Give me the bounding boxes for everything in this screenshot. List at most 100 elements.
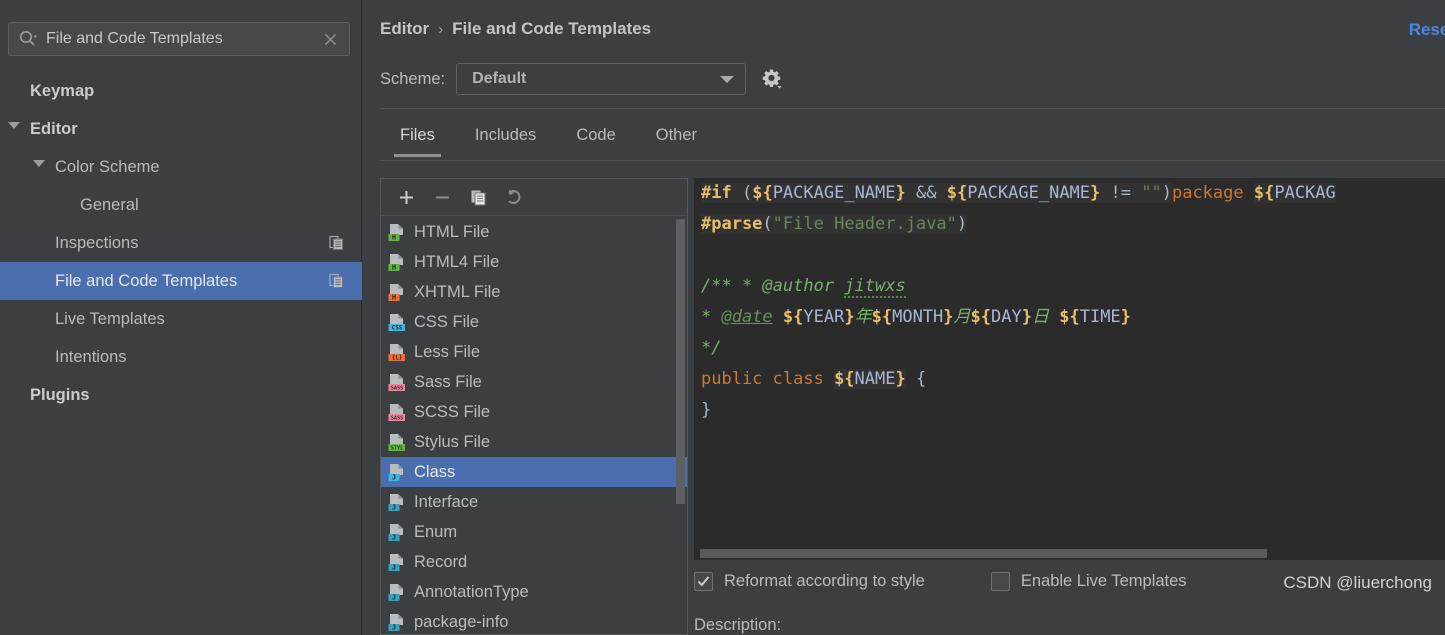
gear-icon[interactable] xyxy=(757,65,785,93)
code-token: { xyxy=(905,369,927,389)
list-item[interactable]: Jpackage-info xyxy=(381,607,687,634)
live-templates-checkbox[interactable] xyxy=(990,571,1010,591)
list-item-label: Enum xyxy=(414,522,458,541)
code-token: ${ xyxy=(834,369,855,389)
list-item[interactable]: H HTML File xyxy=(381,217,687,247)
code-token: } xyxy=(943,307,954,327)
template-tabs: Files Includes Code Other xyxy=(380,120,717,160)
sidebar-item-label: Live Templates xyxy=(55,309,165,328)
svg-text:J: J xyxy=(392,623,396,631)
template-file-list[interactable]: H HTML File H HTML4 File H XHTML File CSS CSS F… xyxy=(381,217,687,634)
list-item-label: CSS File xyxy=(414,312,480,331)
sidebar-item-general[interactable]: General xyxy=(0,186,362,224)
reformat-checkbox[interactable] xyxy=(694,571,713,591)
copy-template-button[interactable] xyxy=(463,184,493,210)
code-token: public class xyxy=(701,369,835,389)
sidebar-item-plugins[interactable]: Plugins xyxy=(0,376,362,414)
list-item-label: XHTML File xyxy=(414,282,501,301)
tab-code[interactable]: Code xyxy=(556,120,635,157)
code-token: package xyxy=(1171,183,1254,203)
sidebar-item-color-scheme[interactable]: Color Scheme xyxy=(0,148,362,186)
code-token: MONTH xyxy=(892,307,944,327)
file-type-icon: J xyxy=(388,583,405,602)
svg-text:J: J xyxy=(392,563,396,571)
file-type-icon: SASS xyxy=(388,373,406,392)
code-token: #if xyxy=(701,183,742,203)
add-template-button[interactable] xyxy=(391,184,421,210)
tab-other[interactable]: Other xyxy=(636,120,717,157)
code-token: 月 xyxy=(953,307,971,327)
code-token: PACKAG xyxy=(1274,183,1336,203)
sidebar-item-editor[interactable]: Editor xyxy=(0,110,362,148)
list-item[interactable]: J Enum xyxy=(381,517,687,547)
code-line: } xyxy=(694,395,1336,426)
breadcrumb-parent[interactable]: Editor xyxy=(380,19,429,39)
list-item[interactable]: J AnnotationType xyxy=(381,577,687,607)
code-token: } xyxy=(895,183,906,203)
sidebar-item-file-and-code-templates[interactable]: File and Code Templates xyxy=(0,262,362,300)
file-type-icon: SASS xyxy=(388,403,406,422)
list-item[interactable]: SASS SCSS File xyxy=(381,397,687,427)
list-item[interactable]: H HTML4 File xyxy=(381,247,687,277)
file-type-icon: J xyxy=(388,613,405,632)
list-item-label: HTML File xyxy=(414,222,490,241)
editor-hscrollbar-thumb[interactable] xyxy=(700,549,1267,558)
code-token: != xyxy=(1100,183,1142,203)
copy-settings-icon[interactable] xyxy=(329,235,344,251)
list-item-label: Record xyxy=(414,552,468,571)
reset-link[interactable]: Reset xyxy=(1409,20,1445,40)
svg-text:H: H xyxy=(392,233,396,241)
watermark: CSDN @liuerchong xyxy=(1283,573,1432,592)
code-line: */ xyxy=(694,333,1336,364)
list-item-label: AnnotationType xyxy=(414,582,529,601)
sidebar-item-label: Plugins xyxy=(30,385,90,404)
sidebar-item-label: Editor xyxy=(30,119,78,138)
header-divider xyxy=(380,108,1445,109)
chevron-down-icon[interactable] xyxy=(33,160,47,174)
list-item[interactable]: CSS CSS File xyxy=(381,307,687,337)
list-item-label: Stylus File xyxy=(414,432,491,451)
description-label: Description: xyxy=(694,616,782,634)
code-line: #if (${PACKAGE_NAME} && ${PACKAGE_NAME} … xyxy=(694,178,1336,209)
list-item[interactable]: SASS Sass File xyxy=(381,367,687,397)
tabs-divider xyxy=(380,160,1445,161)
svg-text:STYL: STYL xyxy=(391,445,404,451)
sidebar-search-box[interactable] xyxy=(8,22,350,56)
code-token: 年 xyxy=(854,307,872,327)
svg-text:J: J xyxy=(392,533,396,541)
sidebar-item-live-templates[interactable]: Live Templates xyxy=(0,300,362,338)
code-token: YEAR xyxy=(803,307,845,327)
svg-text:J: J xyxy=(392,593,396,601)
search-input[interactable] xyxy=(38,30,317,48)
code-line: public class ${NAME} { xyxy=(694,364,1336,395)
list-item[interactable]: {L} Less File xyxy=(381,337,687,367)
code-token: ${ xyxy=(871,307,893,327)
list-item[interactable]: J Interface xyxy=(381,487,687,517)
template-code-editor[interactable]: #if (${PACKAGE_NAME} && ${PACKAGE_NAME} … xyxy=(694,178,1445,560)
list-item[interactable]: J Record xyxy=(381,547,687,577)
tab-includes[interactable]: Includes xyxy=(455,120,556,157)
copy-settings-icon[interactable] xyxy=(329,273,344,289)
list-item[interactable]: H XHTML File xyxy=(381,277,687,307)
svg-text:{L}: {L} xyxy=(392,354,403,361)
sidebar-item-inspections[interactable]: Inspections xyxy=(0,224,362,262)
sidebar-item-keymap[interactable]: Keymap xyxy=(0,72,362,110)
chevron-down-icon[interactable] xyxy=(8,122,22,136)
list-item-label: HTML4 File xyxy=(414,252,500,271)
code-token: PACKAGE_NAME xyxy=(772,183,896,203)
list-item[interactable]: J Class xyxy=(381,457,687,487)
file-list-scrollbar[interactable] xyxy=(676,219,685,504)
sidebar-item-intentions[interactable]: Intentions xyxy=(0,338,362,376)
file-type-icon: J xyxy=(388,493,405,512)
remove-template-button[interactable] xyxy=(427,184,457,210)
scheme-dropdown[interactable]: Default xyxy=(456,63,747,95)
close-icon[interactable] xyxy=(317,26,343,52)
code-token: && xyxy=(905,183,947,203)
list-item-label: Class xyxy=(414,462,456,481)
file-type-icon: J xyxy=(388,553,405,572)
list-item[interactable]: STYL Stylus File xyxy=(381,427,687,457)
code-token: TIME xyxy=(1079,307,1121,327)
tab-files[interactable]: Files xyxy=(380,120,455,157)
undo-icon[interactable] xyxy=(499,184,529,210)
